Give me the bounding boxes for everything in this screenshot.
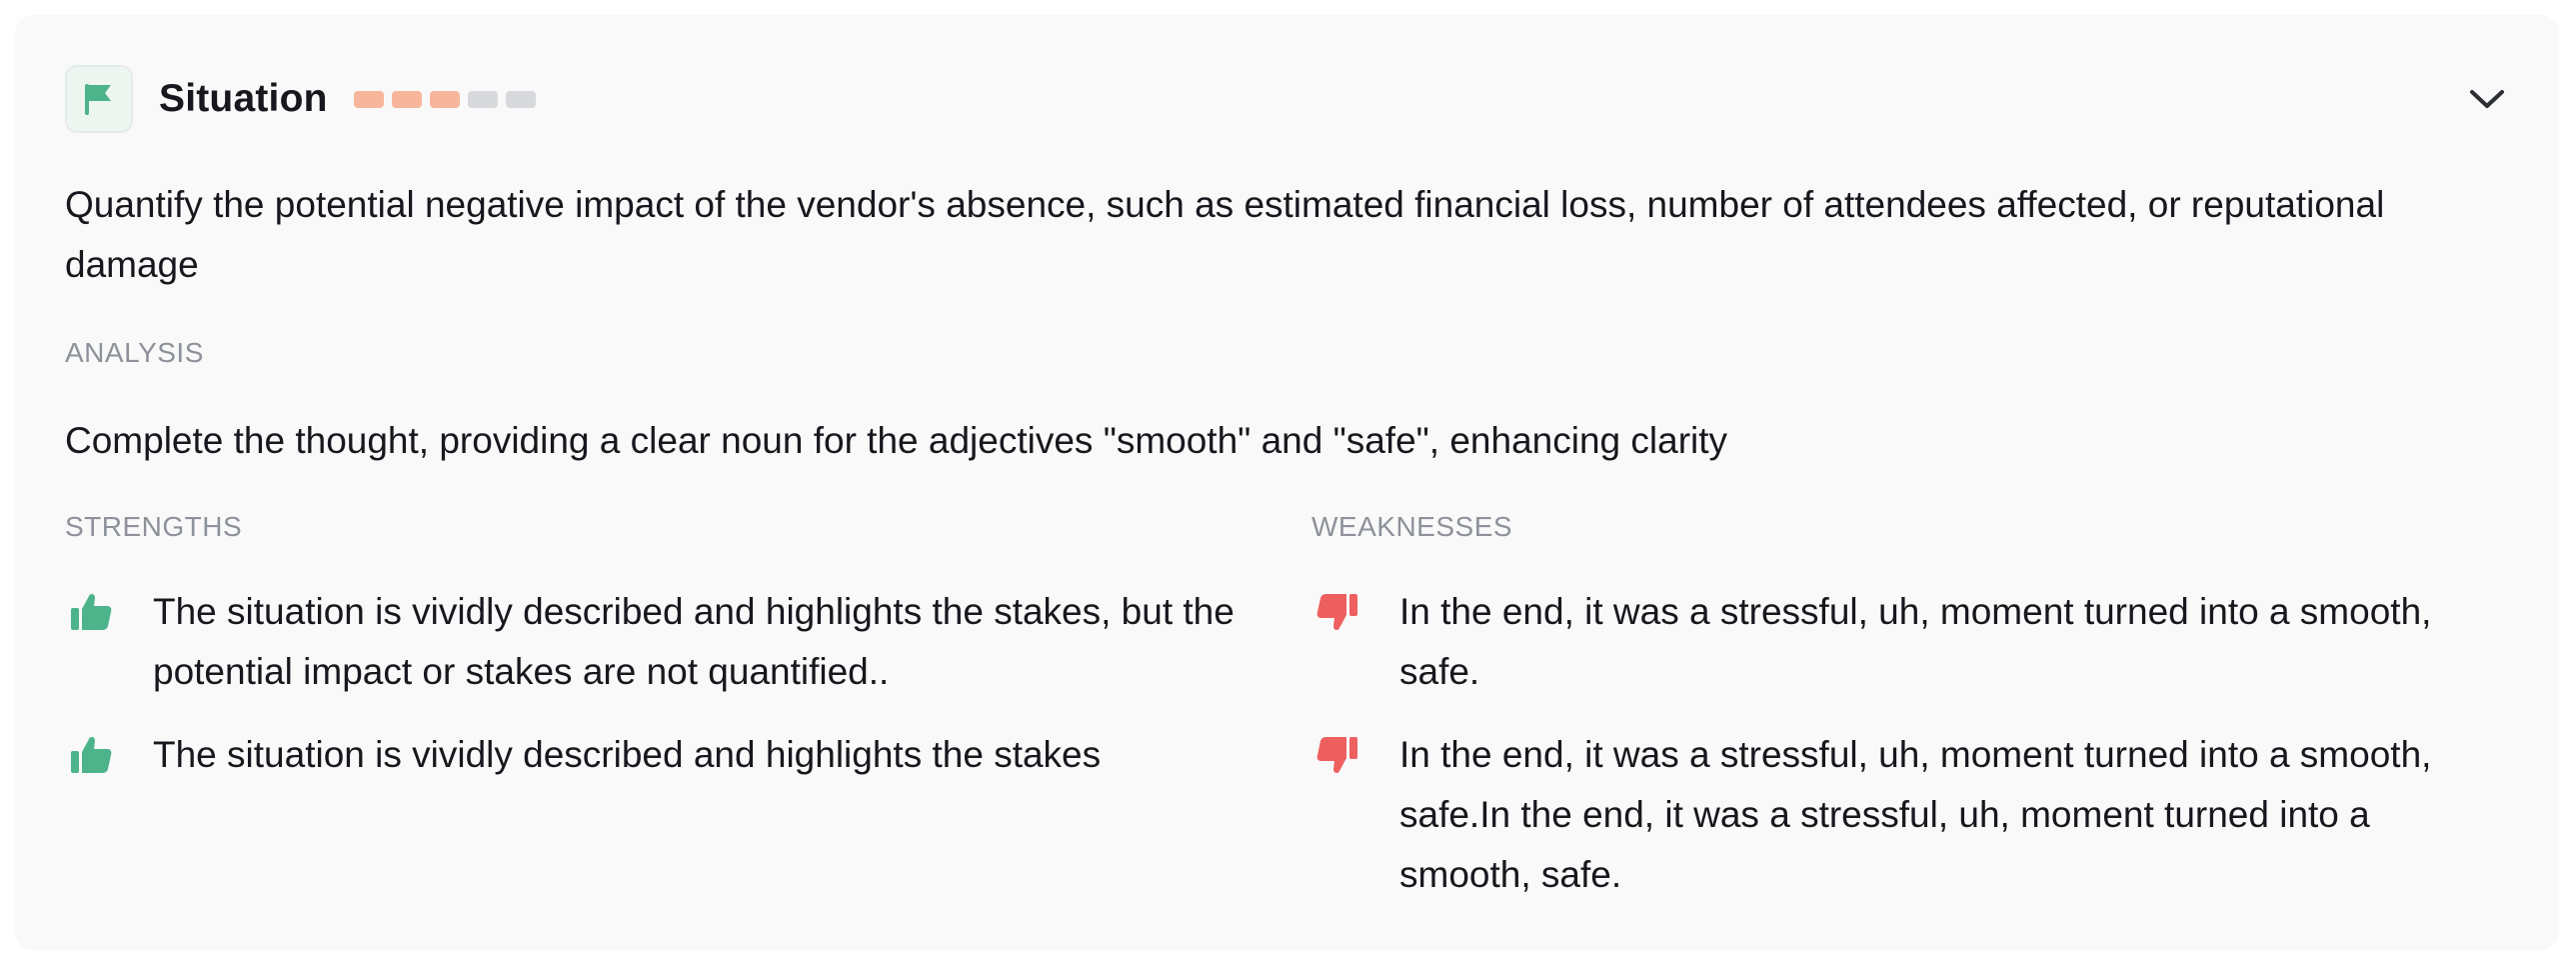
expand-toggle[interactable] xyxy=(2465,77,2509,121)
rating-pip xyxy=(467,90,498,108)
rating-pip xyxy=(391,90,422,108)
feedback-card: Situation Quantify the potential negativ… xyxy=(15,15,2559,950)
strength-item: The situation is vividly described and h… xyxy=(69,582,1288,702)
thumbs-down-icon xyxy=(1315,725,1371,785)
strength-item: The situation is vividly described and h… xyxy=(69,725,1288,785)
section-title: Situation xyxy=(159,77,328,120)
strengths-list: The situation is vividly described and h… xyxy=(69,582,1288,808)
card-header: Situation xyxy=(65,63,2509,135)
chevron-down-icon xyxy=(2470,90,2504,108)
rating-pip xyxy=(429,90,460,108)
weaknesses-list: In the end, it was a stressful, uh, mome… xyxy=(1315,582,2495,928)
weakness-item: In the end, it was a stressful, uh, mome… xyxy=(1315,582,2495,702)
rating-pip xyxy=(505,90,536,108)
thumbs-up-icon xyxy=(69,725,125,785)
strength-item-text: The situation is vividly described and h… xyxy=(153,734,1102,775)
weakness-item: In the end, it was a stressful, uh, mome… xyxy=(1315,725,2495,905)
weakness-item-text: In the end, it was a stressful, uh, mome… xyxy=(1399,591,2432,692)
flag-icon-box xyxy=(65,65,133,133)
weaknesses-label: WEAKNESSES xyxy=(1311,511,1513,542)
rating-pip xyxy=(353,90,384,108)
rating-bar xyxy=(353,90,536,108)
strength-item-text: The situation is vividly described and h… xyxy=(153,591,1235,692)
thumbs-down-icon xyxy=(1315,582,1371,642)
weakness-item-text: In the end, it was a stressful, uh, mome… xyxy=(1399,734,2432,895)
flag-icon xyxy=(85,84,111,115)
situation-text: Quantify the potential negative impact o… xyxy=(65,184,2385,285)
strengths-label: STRENGTHS xyxy=(65,511,243,542)
thumbs-up-icon xyxy=(69,582,125,642)
analysis-label: ANALYSIS xyxy=(65,337,204,368)
analysis-text: Complete the thought, providing a clear … xyxy=(65,420,1728,461)
